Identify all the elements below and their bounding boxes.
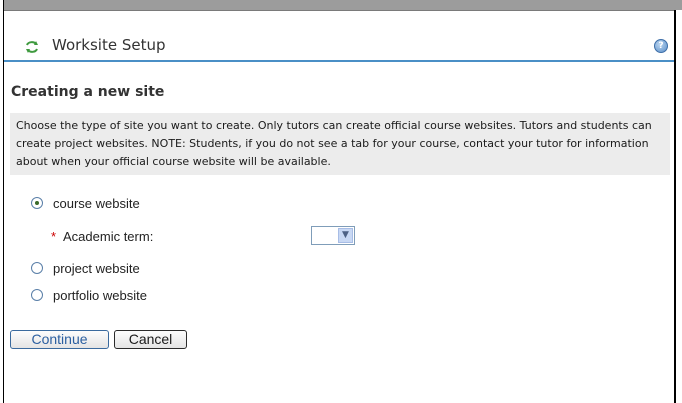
academic-term-label: Academic term:: [63, 229, 154, 244]
portfolio-website-label[interactable]: portfolio website: [53, 288, 147, 304]
help-icon[interactable]: ?: [654, 39, 668, 53]
portfolio-website-radio[interactable]: [31, 289, 43, 301]
tool-title-bar: Worksite Setup ?: [4, 34, 674, 62]
cancel-button[interactable]: Cancel: [114, 330, 187, 349]
continue-button[interactable]: Continue: [10, 330, 109, 349]
tool-title: Worksite Setup: [52, 36, 166, 54]
project-website-label[interactable]: project website: [53, 261, 140, 277]
page-heading: Creating a new site: [11, 84, 165, 100]
academic-term-select[interactable]: ▼: [311, 226, 355, 245]
reset-icon[interactable]: [25, 39, 39, 53]
dropdown-arrow-icon[interactable]: ▼: [338, 228, 353, 243]
window-top-bar: [0, 0, 682, 11]
course-website-label[interactable]: course website: [53, 196, 140, 212]
course-website-radio[interactable]: [31, 197, 43, 209]
frame-right-edge: [674, 10, 682, 403]
project-website-radio[interactable]: [31, 262, 43, 274]
required-marker: *: [51, 229, 57, 244]
instructions-text: Choose the type of site you want to crea…: [10, 113, 670, 175]
